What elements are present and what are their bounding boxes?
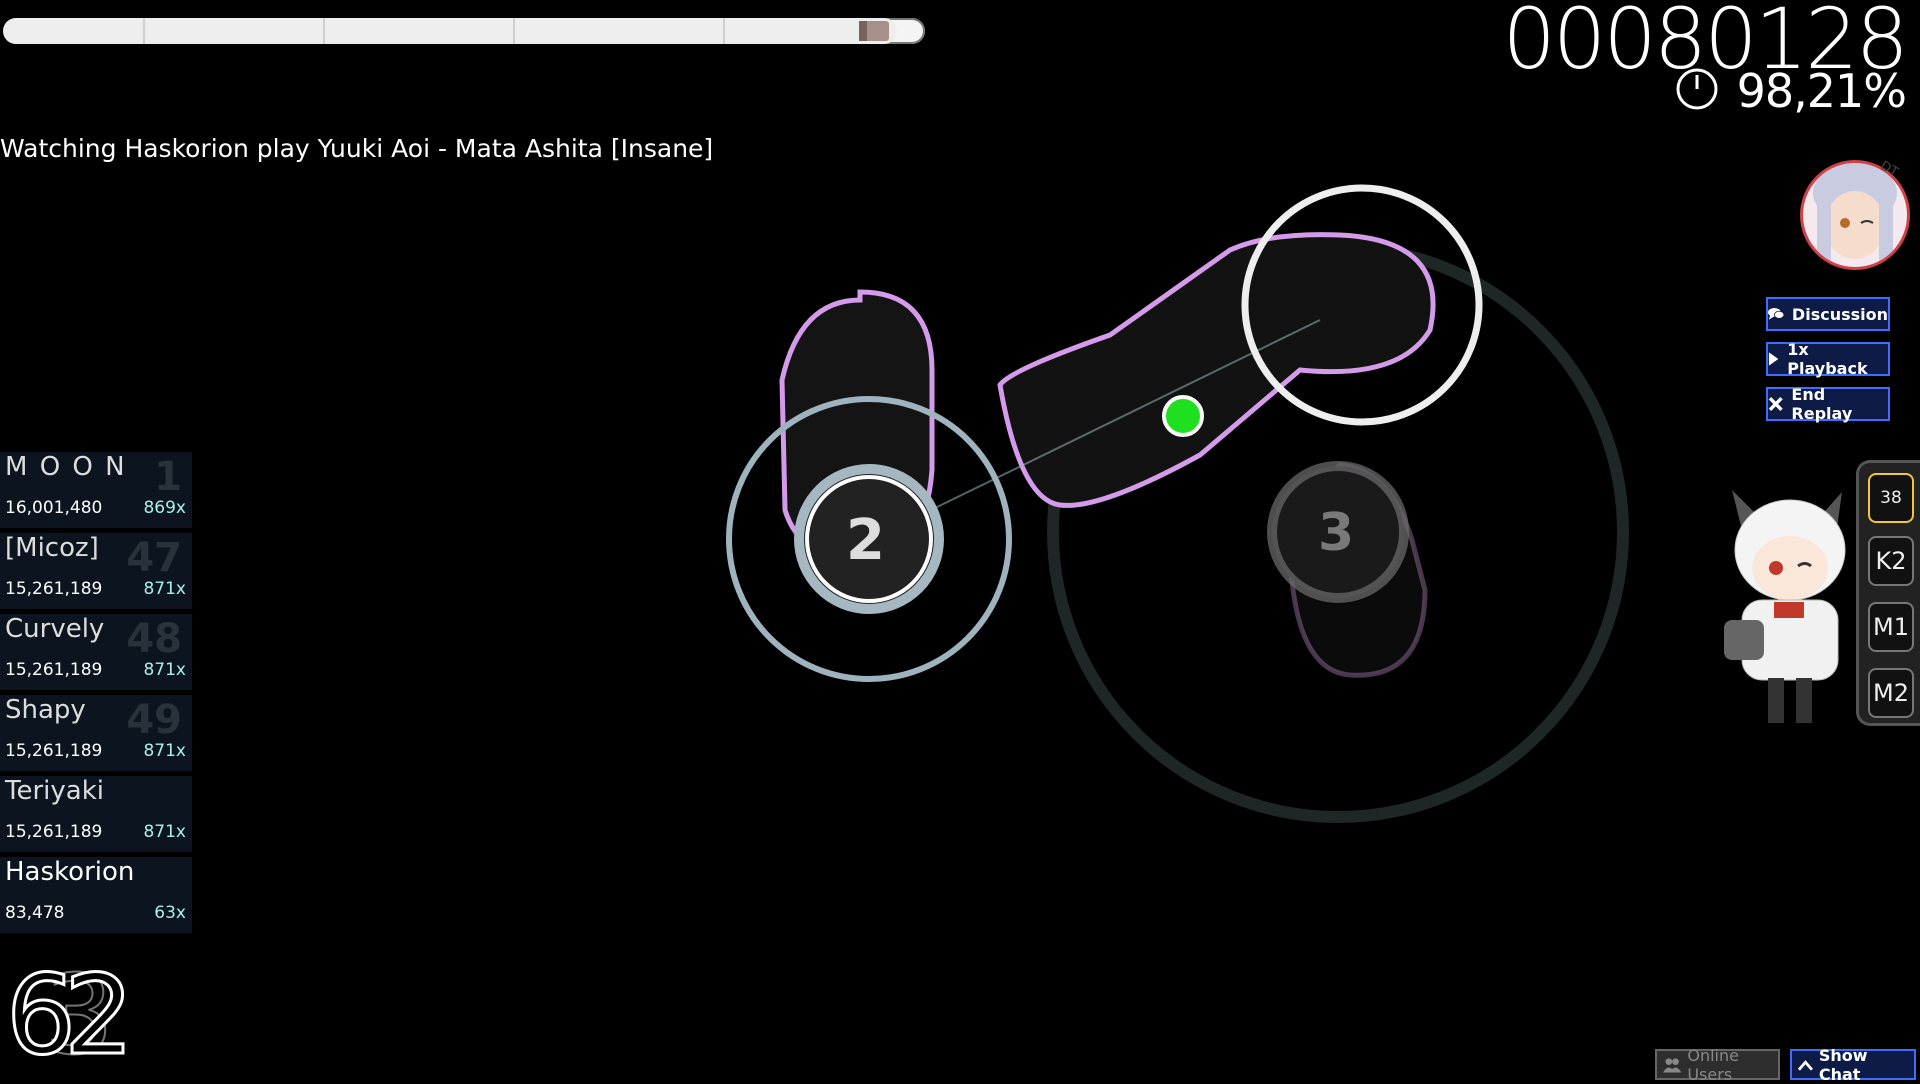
online-users-button[interactable]: Online Users bbox=[1655, 1046, 1780, 1084]
leaderboard-name: Curvely bbox=[5, 614, 105, 644]
combo-counter: 62 bbox=[5, 951, 136, 1079]
leaderboard-entry: [Micoz] 47 15,261,189 871x bbox=[0, 533, 192, 609]
leaderboard-score: 16,001,480 bbox=[5, 498, 103, 518]
key-m1: M1 bbox=[1868, 602, 1914, 652]
leaderboard-combo: 871x bbox=[143, 741, 186, 761]
mascot-character-icon bbox=[1724, 490, 1846, 723]
leaderboard-entry: Shapy 49 15,261,189 871x bbox=[0, 695, 192, 771]
playback-speed-button[interactable]: 1x Playback bbox=[1766, 340, 1890, 378]
leaderboard-combo: 871x bbox=[143, 579, 186, 599]
leaderboard-name: M O O N bbox=[5, 452, 127, 482]
leaderboard-combo: 871x bbox=[143, 822, 186, 842]
leaderboard-name: Teriyaki bbox=[5, 776, 104, 806]
play-icon bbox=[1768, 352, 1779, 366]
leaderboard-name: [Micoz] bbox=[5, 533, 99, 563]
chat-bubble-icon bbox=[1768, 308, 1784, 320]
show-chat-button[interactable]: Show Chat bbox=[1790, 1046, 1916, 1084]
cursor bbox=[1162, 395, 1204, 437]
online-users-label: Online Users bbox=[1687, 1045, 1739, 1084]
leaderboard-score: 15,261,189 bbox=[5, 660, 103, 680]
end-replay-button[interactable]: End Replay bbox=[1766, 385, 1890, 423]
key-k2: K2 bbox=[1868, 536, 1914, 586]
leaderboard-name: Shapy bbox=[5, 695, 86, 725]
discussion-label: Discussion bbox=[1791, 304, 1888, 324]
key-count-box: 38 bbox=[1868, 473, 1914, 523]
leaderboard-entry: Teriyaki 15,261,189 871x bbox=[0, 776, 192, 852]
leaderboard-entry: Curvely 48 15,261,189 871x bbox=[0, 614, 192, 690]
playback-label: 1x Playback bbox=[1787, 340, 1868, 378]
close-icon bbox=[1768, 397, 1783, 411]
leaderboard-name: Haskorion bbox=[5, 857, 135, 887]
playfield[interactable] bbox=[0, 0, 1920, 1080]
leaderboard-score: 15,261,189 bbox=[5, 741, 103, 761]
key-m2: M2 bbox=[1868, 668, 1914, 718]
leaderboard-rank: 47 bbox=[126, 535, 182, 581]
leaderboard-combo: 871x bbox=[143, 660, 186, 680]
key-overlay: 38 K2 M1 M2 bbox=[1856, 460, 1920, 726]
users-icon bbox=[1663, 1057, 1682, 1073]
hit-circle-number-3: 3 bbox=[1318, 503, 1355, 563]
leaderboard-entry-current-player: Haskorion 83,478 63x bbox=[0, 857, 192, 933]
leaderboard-score: 15,261,189 bbox=[5, 822, 103, 842]
leaderboard-combo: 869x bbox=[143, 498, 186, 518]
leaderboard-rank: 48 bbox=[126, 616, 182, 662]
leaderboard-rank: 49 bbox=[126, 697, 182, 743]
hit-circle-number-2: 2 bbox=[846, 508, 885, 573]
end-replay-label: End Replay bbox=[1791, 385, 1853, 423]
leaderboard-score: 15,261,189 bbox=[5, 579, 103, 599]
leaderboard-entry: M O O N 1 16,001,480 869x bbox=[0, 452, 192, 528]
leaderboard-score: 83,478 bbox=[5, 903, 65, 923]
show-chat-label: Show Chat bbox=[1818, 1045, 1868, 1084]
chevron-up-icon bbox=[1798, 1059, 1813, 1071]
leaderboard-rank: 1 bbox=[154, 454, 182, 500]
discussion-button[interactable]: Discussion bbox=[1766, 297, 1890, 331]
leaderboard-combo: 63x bbox=[154, 903, 186, 923]
